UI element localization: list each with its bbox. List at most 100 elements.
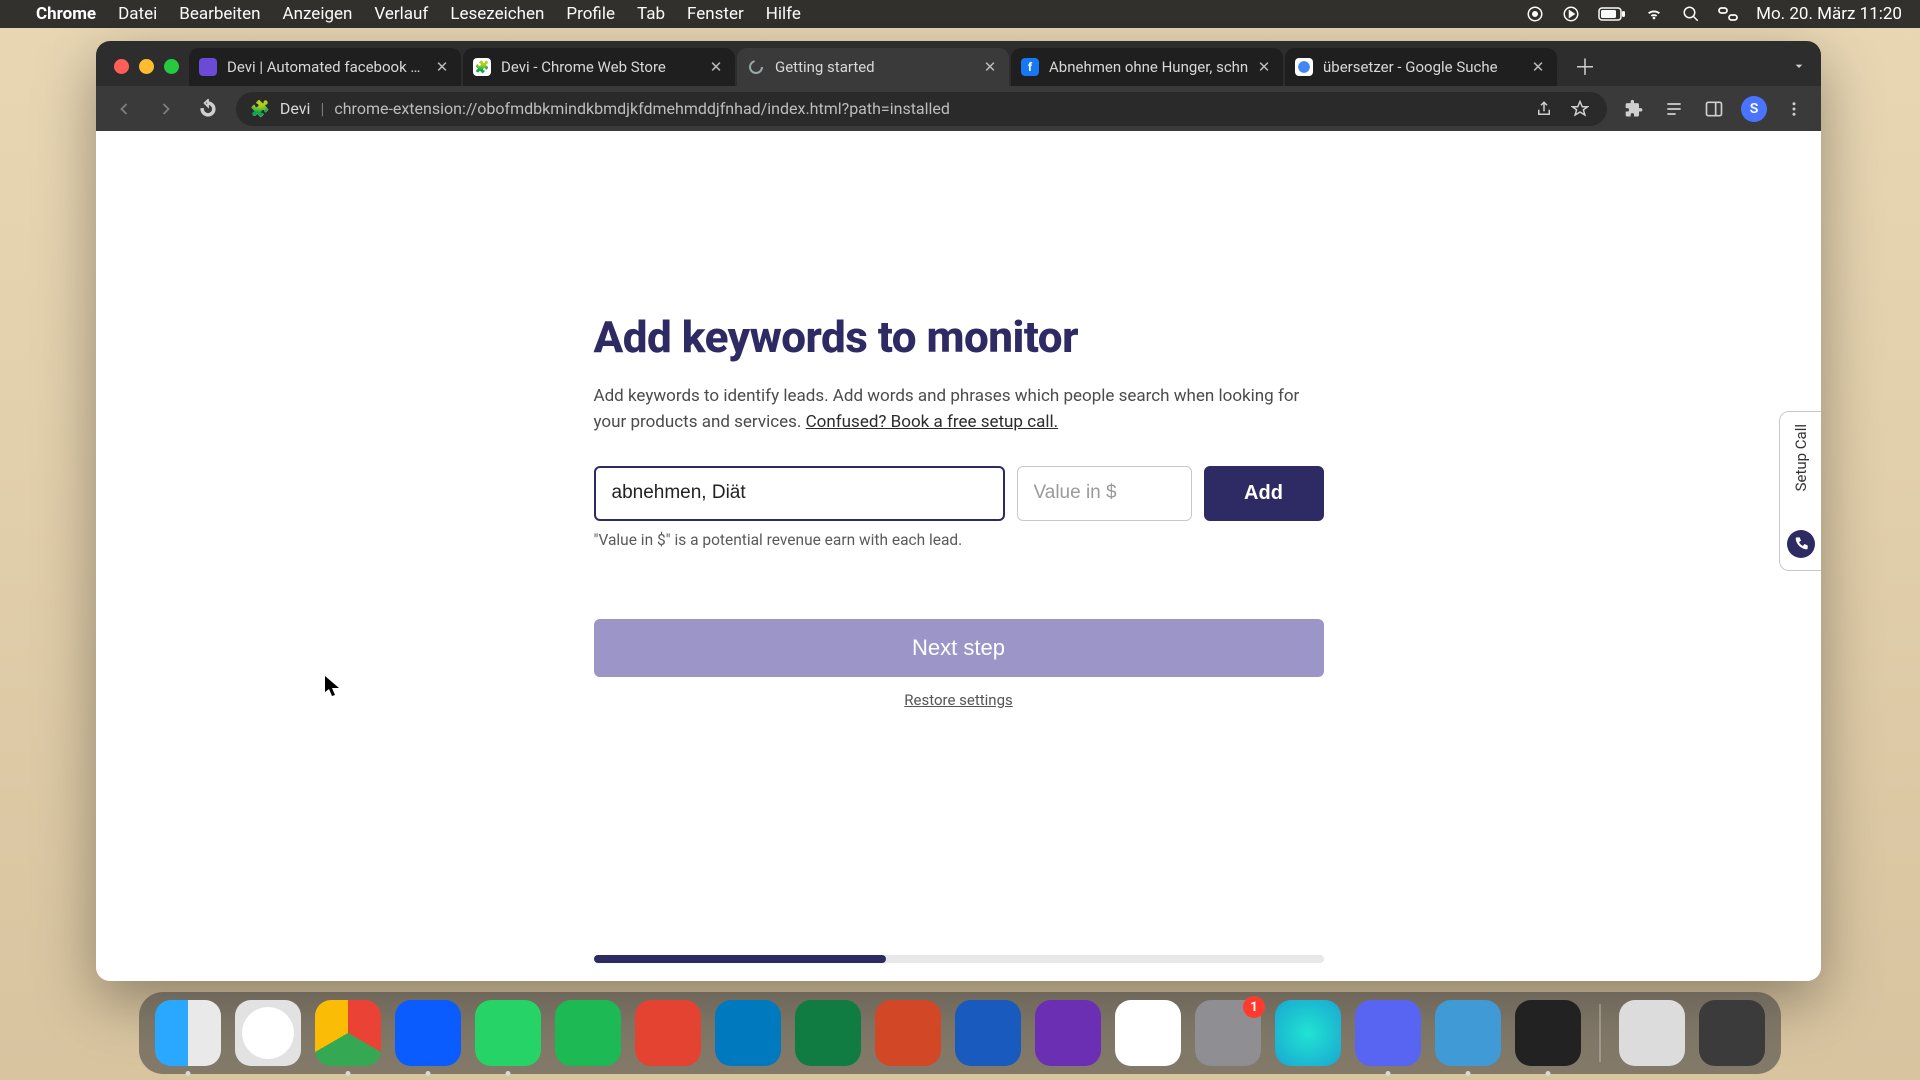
- value-input[interactable]: [1017, 466, 1192, 521]
- dock-spotify[interactable]: [555, 1000, 621, 1066]
- book-call-link[interactable]: Confused? Book a free setup call.: [806, 412, 1058, 432]
- dock: 1: [139, 992, 1781, 1074]
- side-tab-label: Setup Call: [1792, 424, 1810, 491]
- window-controls: [108, 59, 189, 86]
- side-panel-icon[interactable]: [1701, 96, 1727, 122]
- tab-title: Devi - Chrome Web Store: [501, 58, 701, 76]
- tab-getting-started[interactable]: Getting started ✕: [737, 48, 1009, 86]
- tab-webstore[interactable]: 🧩 Devi - Chrome Web Store ✕: [463, 48, 735, 86]
- menu-history[interactable]: Verlauf: [374, 4, 428, 24]
- cursor-icon: [325, 676, 339, 696]
- tab-strip: Devi | Automated facebook gro ✕ 🧩 Devi -…: [96, 41, 1821, 86]
- tab-favicon: 🧩: [473, 58, 491, 76]
- dock-whatsapp[interactable]: [475, 1000, 541, 1066]
- facebook-icon: f: [1021, 58, 1039, 76]
- toolbar: 🧩 Devi | chrome-extension://obofmdbkmind…: [96, 86, 1821, 131]
- tab-google[interactable]: übersetzer - Google Suche ✕: [1285, 48, 1557, 86]
- close-icon[interactable]: ✕: [707, 58, 725, 76]
- share-icon[interactable]: [1531, 96, 1557, 122]
- screen-record-icon[interactable]: [1526, 5, 1544, 23]
- dock-separator: [1599, 1004, 1601, 1062]
- close-icon[interactable]: ✕: [1255, 58, 1273, 76]
- nav-forward-button[interactable]: [152, 95, 180, 123]
- dock-trello[interactable]: [715, 1000, 781, 1066]
- new-tab-button[interactable]: ＋: [1569, 50, 1601, 82]
- dock-finder[interactable]: [155, 1000, 221, 1066]
- close-icon[interactable]: ✕: [433, 58, 451, 76]
- dock-discord[interactable]: [1355, 1000, 1421, 1066]
- url-text: chrome-extension://obofmdbkmindkbmdjkfdm…: [334, 99, 950, 118]
- restore-settings-link[interactable]: Restore settings: [594, 691, 1324, 709]
- nav-back-button[interactable]: [110, 95, 138, 123]
- value-hint: "Value in $" is a potential revenue earn…: [594, 531, 1324, 549]
- extension-icon: 🧩: [250, 99, 270, 118]
- close-icon[interactable]: ✕: [1529, 58, 1547, 76]
- spotlight-icon[interactable]: [1682, 5, 1700, 23]
- phone-icon: [1787, 530, 1815, 558]
- dock-trash[interactable]: [1699, 1000, 1765, 1066]
- wifi-icon[interactable]: [1644, 6, 1664, 22]
- reading-list-icon[interactable]: [1661, 96, 1687, 122]
- page-subtitle: Add keywords to identify leads. Add word…: [594, 383, 1324, 436]
- add-button[interactable]: Add: [1204, 466, 1324, 521]
- page-content: Add keywords to monitor Add keywords to …: [96, 131, 1821, 981]
- spinner-icon: [747, 58, 765, 76]
- progress-fill: [594, 955, 886, 963]
- menu-bookmk[interactable]: Lesezeichen: [450, 4, 544, 24]
- dock-imovie[interactable]: [1035, 1000, 1101, 1066]
- menu-help[interactable]: Hilfe: [766, 4, 801, 24]
- dock-excel[interactable]: [795, 1000, 861, 1066]
- chrome-window: Devi | Automated facebook gro ✕ 🧩 Devi -…: [96, 41, 1821, 981]
- menu-file[interactable]: Datei: [118, 4, 157, 24]
- tab-title: Devi | Automated facebook gro: [227, 58, 427, 76]
- menu-edit[interactable]: Bearbeiten: [179, 4, 260, 24]
- tab-devi-ext[interactable]: Devi | Automated facebook gro ✕: [189, 48, 461, 86]
- google-icon: [1295, 58, 1313, 76]
- tab-title: Abnehmen ohne Hunger, schn: [1049, 58, 1249, 76]
- dock-quicktime[interactable]: [1435, 1000, 1501, 1066]
- menubar-app-name[interactable]: Chrome: [36, 4, 96, 24]
- battery-icon[interactable]: [1598, 7, 1626, 21]
- tab-favicon: [199, 58, 217, 76]
- dock-chrome[interactable]: [315, 1000, 381, 1066]
- tab-facebook[interactable]: f Abnehmen ohne Hunger, schn ✕: [1011, 48, 1283, 86]
- dock-google-drive[interactable]: [1115, 1000, 1181, 1066]
- window-zoom-icon[interactable]: [164, 59, 179, 74]
- tab-title: übersetzer - Google Suche: [1323, 58, 1523, 76]
- chrome-menu-icon[interactable]: [1781, 96, 1807, 122]
- setup-call-side-tab[interactable]: Setup Call: [1779, 411, 1821, 571]
- menu-view[interactable]: Anzeigen: [283, 4, 353, 24]
- window-minimize-icon[interactable]: [139, 59, 154, 74]
- page-title: Add keywords to monitor: [594, 311, 1324, 363]
- tab-list-button[interactable]: [1791, 58, 1807, 78]
- dock-todoist[interactable]: [635, 1000, 701, 1066]
- dock-preview[interactable]: [1619, 1000, 1685, 1066]
- dock-powerpoint[interactable]: [875, 1000, 941, 1066]
- dock-siri[interactable]: [1275, 1000, 1341, 1066]
- bookmark-star-icon[interactable]: [1567, 96, 1593, 122]
- menu-profile[interactable]: Profile: [566, 4, 615, 24]
- keyword-input[interactable]: [594, 466, 1005, 521]
- dock-voice-memos[interactable]: [1515, 1000, 1581, 1066]
- dock-word[interactable]: [955, 1000, 1021, 1066]
- next-step-button[interactable]: Next step: [594, 619, 1324, 677]
- menu-window[interactable]: Fenster: [687, 4, 744, 24]
- menubar-clock[interactable]: Mo. 20. März 11:20: [1756, 4, 1902, 24]
- menu-tab[interactable]: Tab: [637, 4, 665, 24]
- control-center-icon[interactable]: [1718, 7, 1738, 21]
- playback-icon[interactable]: [1562, 5, 1580, 23]
- tab-title: Getting started: [775, 58, 975, 76]
- profile-avatar[interactable]: S: [1741, 96, 1767, 122]
- url-chip: Devi: [280, 99, 311, 118]
- window-close-icon[interactable]: [114, 59, 129, 74]
- close-icon[interactable]: ✕: [981, 58, 999, 76]
- dock-system-settings[interactable]: 1: [1195, 1000, 1261, 1066]
- omnibox[interactable]: 🧩 Devi | chrome-extension://obofmdbkmind…: [236, 92, 1607, 126]
- mac-menubar: Chrome Datei Bearbeiten Anzeigen Verlauf…: [0, 0, 1920, 28]
- keyword-form: Add: [594, 466, 1324, 521]
- reload-button[interactable]: [194, 95, 222, 123]
- onboarding-progress: [594, 955, 1324, 963]
- dock-safari[interactable]: [235, 1000, 301, 1066]
- extensions-button[interactable]: [1621, 96, 1647, 122]
- dock-zoom[interactable]: [395, 1000, 461, 1066]
